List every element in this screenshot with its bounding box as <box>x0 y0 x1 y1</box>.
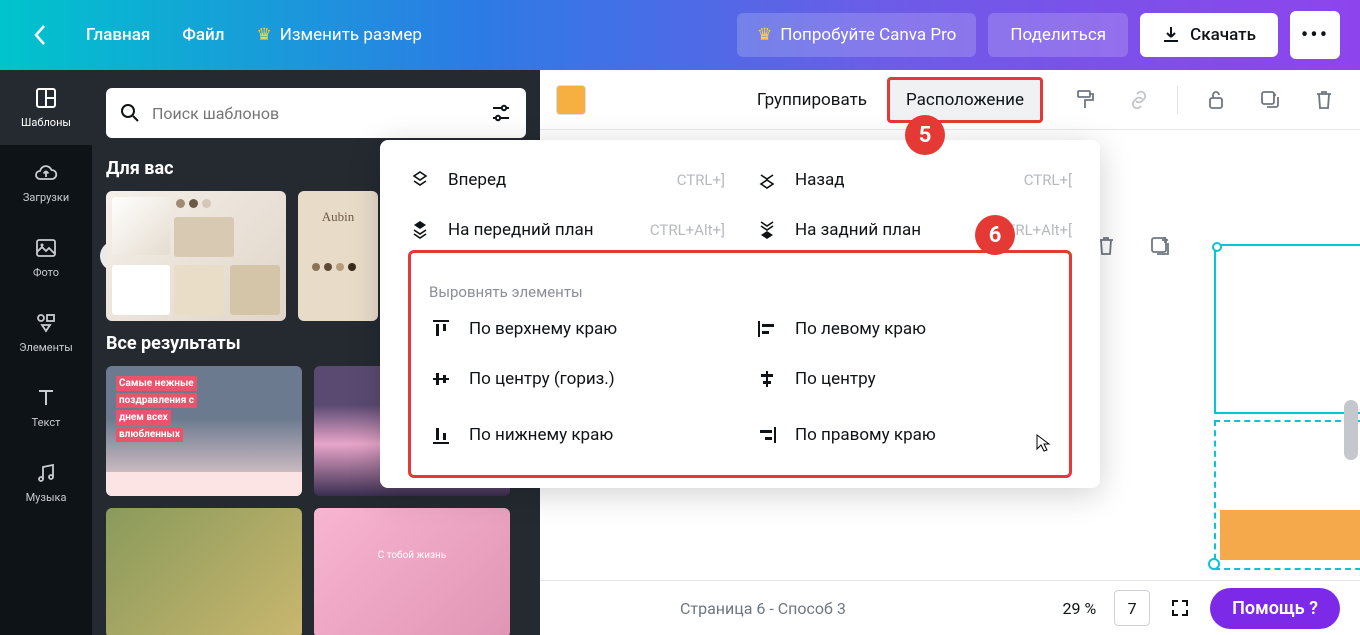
align-section-title: Выровнять элементы <box>429 283 1051 301</box>
scrollbar[interactable] <box>1344 400 1358 460</box>
photo-icon <box>34 236 58 260</box>
sidebar-item-label: Фото <box>33 266 59 279</box>
zoom-level[interactable]: 29 % <box>1062 599 1096 618</box>
badge-6: 6 <box>975 215 1015 255</box>
paint-roller-icon[interactable] <box>1065 80 1105 120</box>
align-top-icon <box>429 317 453 341</box>
templates-icon <box>34 86 58 110</box>
resize-label: Изменить размер <box>280 25 422 45</box>
music-icon <box>34 461 58 485</box>
menu-align-center-h[interactable]: По центру (гориз.) <box>429 363 725 395</box>
duplicate-icon[interactable] <box>1250 80 1290 120</box>
dots-icon: ••• <box>1301 23 1329 48</box>
sidebar-item-photos[interactable]: Фото <box>0 220 92 295</box>
menu-align-center[interactable]: По центру <box>755 363 1051 395</box>
color-swatch[interactable] <box>556 85 586 115</box>
align-center-icon <box>755 367 779 391</box>
position-button[interactable]: Расположение <box>887 77 1043 123</box>
shapes-icon <box>34 311 58 335</box>
sidebar-item-music[interactable]: Музыка <box>0 445 92 520</box>
sidebar-item-label: Загрузки <box>23 191 69 204</box>
crown-icon: ♛ <box>757 25 772 45</box>
sidebar-item-label: Шаблоны <box>21 116 71 129</box>
file-menu[interactable]: Файл <box>166 25 240 45</box>
text-icon <box>34 386 58 410</box>
back-icon <box>755 168 779 192</box>
template-card[interactable]: Самые нежные поздравления с днем всех вл… <box>106 366 302 496</box>
badge-5: 5 <box>905 115 945 155</box>
template-card[interactable] <box>106 191 286 321</box>
download-button[interactable]: Скачать <box>1140 13 1278 57</box>
canvas-rect[interactable] <box>1220 510 1360 560</box>
search-input[interactable] <box>152 104 490 123</box>
page-number-button[interactable]: 7 <box>1114 590 1150 626</box>
sidebar-item-elements[interactable]: Элементы <box>0 295 92 370</box>
cloud-upload-icon <box>34 161 58 185</box>
home-link[interactable]: Главная <box>70 25 166 45</box>
menu-align-top[interactable]: По верхнему краю <box>429 313 725 345</box>
lock-icon[interactable] <box>1196 80 1236 120</box>
sidebar-item-uploads[interactable]: Загрузки <box>0 145 92 220</box>
page-label: Страница 6 - Способ 3 <box>680 599 1050 618</box>
filter-icon[interactable] <box>490 102 512 124</box>
sidebar-item-label: Музыка <box>26 491 67 504</box>
position-menu: Вперед CTRL+] Назад CTRL+[ На передний п… <box>380 140 1100 488</box>
sidebar-item-label: Текст <box>32 416 61 429</box>
selection-handle[interactable] <box>1208 558 1220 570</box>
search-bar[interactable] <box>106 88 526 138</box>
fullscreen-button[interactable] <box>1162 590 1198 626</box>
more-button[interactable]: ••• <box>1290 11 1340 59</box>
group-button[interactable]: Группировать <box>751 90 873 110</box>
align-bottom-icon <box>429 423 453 447</box>
menu-align-left[interactable]: По левому краю <box>755 313 1051 345</box>
link-icon[interactable] <box>1119 80 1159 120</box>
crown-icon: ♛ <box>256 25 271 45</box>
chevron-left-icon <box>33 24 47 46</box>
share-button[interactable]: Поделиться <box>988 13 1128 57</box>
help-button[interactable]: Помощь ? <box>1210 588 1340 629</box>
menu-align-right[interactable]: По правому краю <box>755 413 1051 457</box>
trash-icon[interactable] <box>1304 80 1344 120</box>
selection-handle[interactable] <box>1212 242 1222 252</box>
resize-button[interactable]: ♛ Изменить размер <box>240 25 437 45</box>
back-button[interactable] <box>20 15 60 55</box>
menu-back[interactable]: Назад CTRL+[ <box>755 164 1072 196</box>
expand-icon <box>1171 599 1189 617</box>
sidebar-item-label: Элементы <box>19 341 73 354</box>
menu-forward[interactable]: Вперед CTRL+] <box>408 164 725 196</box>
align-center-h-icon <box>429 367 453 391</box>
template-card[interactable] <box>106 508 302 635</box>
to-front-icon <box>408 218 432 242</box>
menu-to-front[interactable]: На передний план CTRL+Alt+] <box>408 214 725 246</box>
try-pro-label: Попробуйте Canva Pro <box>780 25 956 45</box>
download-label: Скачать <box>1190 25 1256 45</box>
align-left-icon <box>755 317 779 341</box>
sidebar-item-templates[interactable]: Шаблоны <box>0 70 92 145</box>
menu-to-back[interactable]: На задний план CTRL+Alt+[ <box>755 214 1072 246</box>
search-icon <box>120 103 140 123</box>
sidebar-item-text[interactable]: Текст <box>0 370 92 445</box>
menu-align-bottom[interactable]: По нижнему краю <box>429 413 725 457</box>
try-pro-button[interactable]: ♛ Попробуйте Canva Pro <box>737 13 976 57</box>
align-right-icon <box>755 423 779 447</box>
template-card[interactable]: Aubin <box>298 191 378 321</box>
page-add-icon[interactable] <box>1140 226 1180 266</box>
forward-icon <box>408 168 432 192</box>
template-card[interactable]: С тобой жизнь <box>314 508 510 635</box>
download-icon <box>1162 26 1180 44</box>
to-back-icon <box>755 218 779 242</box>
cursor-icon <box>1035 433 1051 453</box>
